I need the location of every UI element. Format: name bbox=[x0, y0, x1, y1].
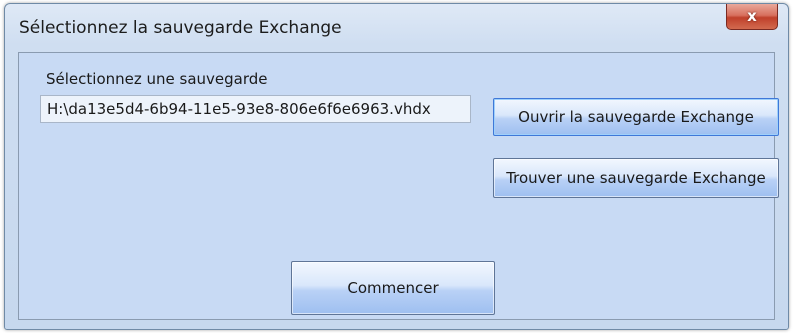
window-title: Sélectionnez la sauvegarde Exchange bbox=[19, 18, 342, 38]
close-icon: x bbox=[747, 7, 757, 25]
open-backup-button[interactable]: Ouvrir la sauvegarde Exchange bbox=[493, 98, 779, 136]
start-button[interactable]: Commencer bbox=[291, 261, 495, 315]
find-backup-button[interactable]: Trouver une sauvegarde Exchange bbox=[493, 158, 779, 198]
close-button[interactable]: x bbox=[726, 4, 778, 30]
title-bar: Sélectionnez la sauvegarde Exchange x bbox=[5, 4, 788, 44]
backup-select-label: Sélectionnez une sauvegarde bbox=[46, 70, 268, 88]
backup-path-field[interactable]: H:\da13e5d4-6b94-11e5-93e8-806e6f6e6963.… bbox=[40, 95, 471, 123]
dialog-window: Sélectionnez la sauvegarde Exchange x Sé… bbox=[4, 3, 789, 330]
dialog-content: Sélectionnez une sauvegarde H:\da13e5d4-… bbox=[18, 52, 779, 320]
